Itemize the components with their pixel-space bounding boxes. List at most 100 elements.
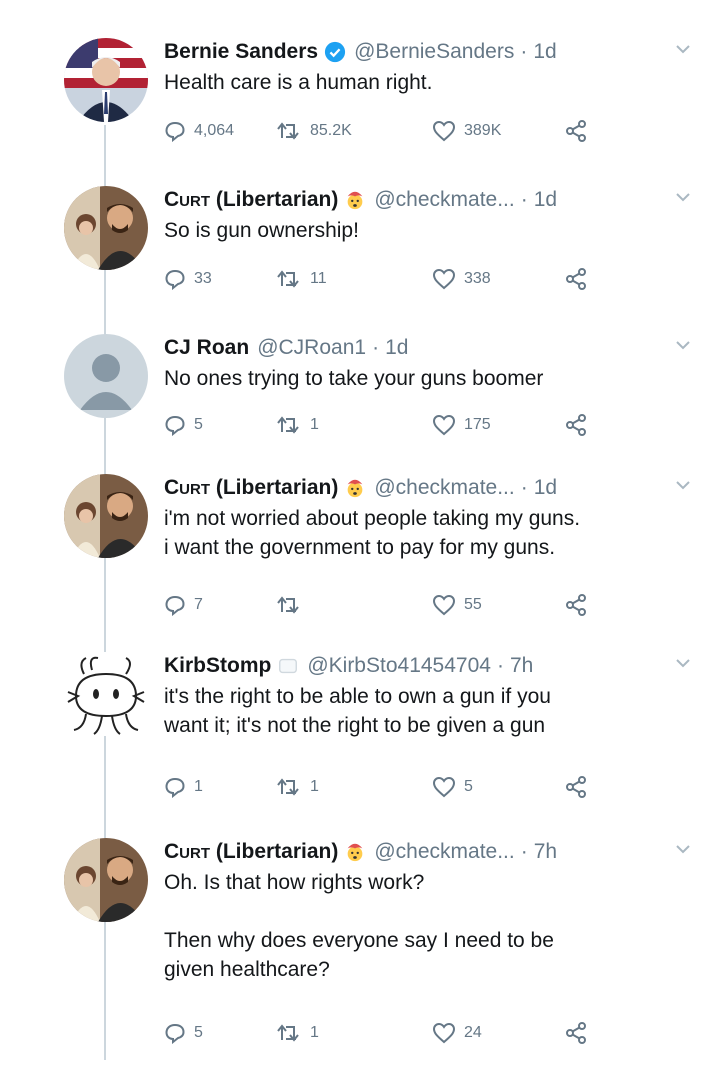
- reply-button[interactable]: 4,064: [164, 118, 234, 144]
- tweet-text: i'm not worried about people taking my g…: [164, 507, 581, 559]
- share-icon: [566, 414, 586, 436]
- like-count: 5: [464, 778, 473, 795]
- retweet-button[interactable]: 1: [276, 412, 319, 438]
- reply-button[interactable]: 5: [164, 1020, 203, 1046]
- tweet-text: No ones trying to take your guns boomer: [164, 367, 544, 390]
- retweet-count: 85.2K: [310, 122, 352, 139]
- retweet-button[interactable]: 85.2K: [276, 118, 352, 144]
- retweet-icon: [277, 122, 299, 140]
- display-name[interactable]: KirbStomp: [164, 652, 271, 680]
- like-button[interactable]: 55: [432, 592, 482, 618]
- share-button[interactable]: [564, 118, 596, 144]
- like-button[interactable]: 24: [432, 1020, 482, 1046]
- reply-icon: [165, 1023, 185, 1044]
- display-name[interactable]: CJ Roan: [164, 334, 249, 362]
- timestamp[interactable]: 7h: [510, 652, 533, 680]
- share-icon: [566, 1022, 586, 1044]
- retweet-icon: [277, 596, 299, 614]
- reply-count: 5: [194, 416, 203, 433]
- display-name[interactable]: Curt (Libertarian): [164, 838, 338, 866]
- share-button[interactable]: [564, 412, 596, 438]
- reply-count: 7: [194, 596, 203, 613]
- separator-dot: ·: [496, 654, 504, 677]
- display-name[interactable]: Bernie Sanders: [164, 38, 318, 66]
- retweet-icon: [277, 270, 299, 288]
- chevron-down-icon[interactable]: [673, 842, 693, 856]
- avatar[interactable]: [64, 652, 148, 736]
- reply-button[interactable]: 33: [164, 266, 212, 292]
- handle[interactable]: @CJRoan1: [257, 334, 366, 362]
- reply-button[interactable]: 5: [164, 412, 203, 438]
- share-button[interactable]: [564, 1020, 596, 1046]
- heart-icon: [432, 120, 456, 142]
- timestamp[interactable]: 1d: [534, 474, 557, 502]
- heart-icon: [432, 414, 456, 436]
- reply-button[interactable]: 1: [164, 774, 203, 800]
- retweet-button[interactable]: [276, 592, 310, 618]
- faded-emoji-icon: [279, 658, 298, 674]
- separator-dot: ·: [372, 336, 380, 359]
- heart-icon: [432, 268, 456, 290]
- separator-dot: ·: [520, 476, 528, 499]
- display-name-rest: (Libertarian): [210, 476, 339, 499]
- reply-icon: [165, 595, 185, 616]
- retweet-button[interactable]: 1: [276, 774, 319, 800]
- timestamp[interactable]: 1d: [534, 186, 557, 214]
- share-button[interactable]: [564, 592, 596, 618]
- share-icon: [566, 776, 586, 798]
- reply-count: 33: [194, 270, 212, 287]
- display-name[interactable]: Curt (Libertarian): [164, 474, 338, 502]
- timestamp[interactable]: 7h: [534, 838, 557, 866]
- verified-badge-icon: [324, 41, 346, 63]
- handle[interactable]: @checkmate...: [374, 474, 514, 502]
- reply-button[interactable]: 7: [164, 592, 203, 618]
- reply-icon: [165, 415, 185, 436]
- chevron-down-icon[interactable]: [673, 478, 693, 492]
- avatar[interactable]: [64, 334, 148, 418]
- avatar[interactable]: [64, 474, 148, 558]
- retweet-button[interactable]: 11: [276, 266, 327, 292]
- share-button[interactable]: [564, 774, 596, 800]
- tweet-text: it's the right to be able to own a gun i…: [164, 685, 551, 737]
- tweet-text: So is gun ownership!: [164, 219, 359, 242]
- like-button[interactable]: 5: [432, 774, 473, 800]
- chevron-down-icon[interactable]: [673, 190, 693, 204]
- like-button[interactable]: 338: [432, 266, 491, 292]
- share-icon: [566, 594, 586, 616]
- handle[interactable]: @BernieSanders: [354, 38, 514, 66]
- display-name[interactable]: Curt (Libertarian): [164, 186, 338, 214]
- retweet-icon: [277, 1024, 299, 1042]
- reply-icon: [165, 121, 185, 142]
- like-count: 389K: [464, 122, 502, 139]
- like-count: 338: [464, 270, 491, 287]
- handle[interactable]: @checkmate...: [374, 838, 514, 866]
- avatar[interactable]: [64, 838, 148, 922]
- chevron-down-icon[interactable]: [673, 656, 693, 670]
- like-button[interactable]: 389K: [432, 118, 501, 144]
- handle[interactable]: @KirbSto41454704: [307, 652, 491, 680]
- share-button[interactable]: [564, 266, 596, 292]
- retweet-count: 1: [310, 778, 319, 795]
- separator-dot: ·: [520, 40, 528, 63]
- handle[interactable]: @checkmate...: [374, 186, 514, 214]
- display-name-first: Curt: [164, 840, 210, 863]
- chevron-down-icon[interactable]: [673, 42, 693, 56]
- retweet-count: 11: [310, 270, 327, 287]
- avatar[interactable]: [64, 186, 148, 270]
- retweet-button[interactable]: 1: [276, 1020, 319, 1046]
- reply-icon: [165, 269, 185, 290]
- display-name-first: Curt: [164, 476, 210, 499]
- chevron-down-icon[interactable]: [673, 338, 693, 352]
- timestamp[interactable]: 1d: [533, 38, 556, 66]
- share-icon: [566, 268, 586, 290]
- timestamp[interactable]: 1d: [385, 334, 408, 362]
- separator-dot: ·: [520, 188, 528, 211]
- retweet-count: 1: [310, 1024, 319, 1041]
- reply-icon: [165, 777, 185, 798]
- retweet-icon: [277, 416, 299, 434]
- like-button[interactable]: 175: [432, 412, 491, 438]
- tweet-text: Health care is a human right.: [164, 71, 433, 94]
- avatar[interactable]: [64, 38, 148, 122]
- like-count: 175: [464, 416, 491, 433]
- separator-dot: ·: [520, 840, 528, 863]
